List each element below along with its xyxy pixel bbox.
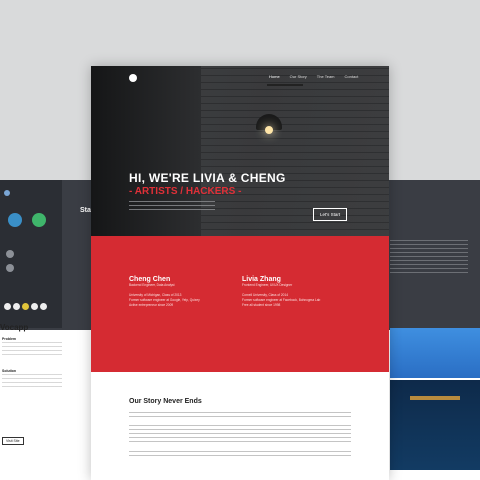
nav-our-story[interactable]: Our Story <box>290 74 307 79</box>
nav-the-team[interactable]: The Team <box>317 74 335 79</box>
hero-description <box>129 201 215 213</box>
left-card-solution-label: Solution <box>2 369 16 373</box>
bio-livia: Livia Zhang Frontend Engineer, UI/UX Des… <box>242 276 352 308</box>
right-card-navy-screenshot <box>390 380 480 470</box>
avatar <box>22 303 29 310</box>
nav-contact[interactable]: Contact <box>345 74 359 79</box>
right-card-text <box>390 240 468 276</box>
stat-circle-blue <box>8 213 22 227</box>
nav-home[interactable]: Home <box>269 74 280 79</box>
hero-section: Home Our Story The Team Contact HI, WE'R… <box>91 66 389 236</box>
avatar <box>6 264 14 272</box>
lamp-light <box>265 126 273 134</box>
story-paragraph <box>129 425 351 445</box>
stat-circle-green <box>32 213 46 227</box>
story-paragraph <box>129 412 351 420</box>
story-heading: Our Story Never Ends <box>129 398 202 405</box>
avatar <box>4 303 11 310</box>
left-card-problem-label: Problem <box>2 337 17 341</box>
avatar <box>6 250 14 258</box>
right-card-blue-screenshot <box>390 328 480 378</box>
avatar <box>31 303 38 310</box>
website-mockup: Home Our Story The Team Contact HI, WE'R… <box>91 66 389 480</box>
logo-icon <box>129 74 137 82</box>
left-card-problem-text <box>2 342 62 358</box>
bio-name: Livia Zhang <box>242 276 281 283</box>
bio-role: Backend Engineer, Data Analyst <box>129 283 175 287</box>
lamp-arm <box>267 84 303 86</box>
bio-cheng: Cheng Chen Backend Engineer, Data Analys… <box>129 276 237 308</box>
story-paragraph <box>129 451 351 459</box>
visit-site-button[interactable]: Visit Site <box>2 437 24 445</box>
avatar <box>4 190 10 196</box>
top-nav: Home Our Story The Team Contact <box>269 74 358 79</box>
bio-line: Free all student since 1998 <box>242 303 281 307</box>
hero-title: HI, WE'RE LIVIA & CHENG <box>129 171 286 185</box>
lets-start-button[interactable]: Let's Start <box>313 208 348 221</box>
story-section: Our Story Never Ends <box>91 372 389 480</box>
avatar <box>13 303 20 310</box>
hero-subtitle: - ARTISTS / HACKERS - <box>129 186 242 197</box>
right-card-heading-bar <box>410 396 460 400</box>
bio-role: Frontend Engineer, UI/UX Designer <box>242 283 293 287</box>
bio-line: Active entrepreneur since 2009 <box>129 303 174 307</box>
left-card-app-title: Vocapp <box>0 323 29 332</box>
left-card-solution-text <box>2 374 62 390</box>
brick-wall-photo <box>201 66 389 236</box>
app-screenshot-panel <box>0 180 62 328</box>
bio-name: Cheng Chen <box>129 276 171 283</box>
avatar <box>40 303 47 310</box>
